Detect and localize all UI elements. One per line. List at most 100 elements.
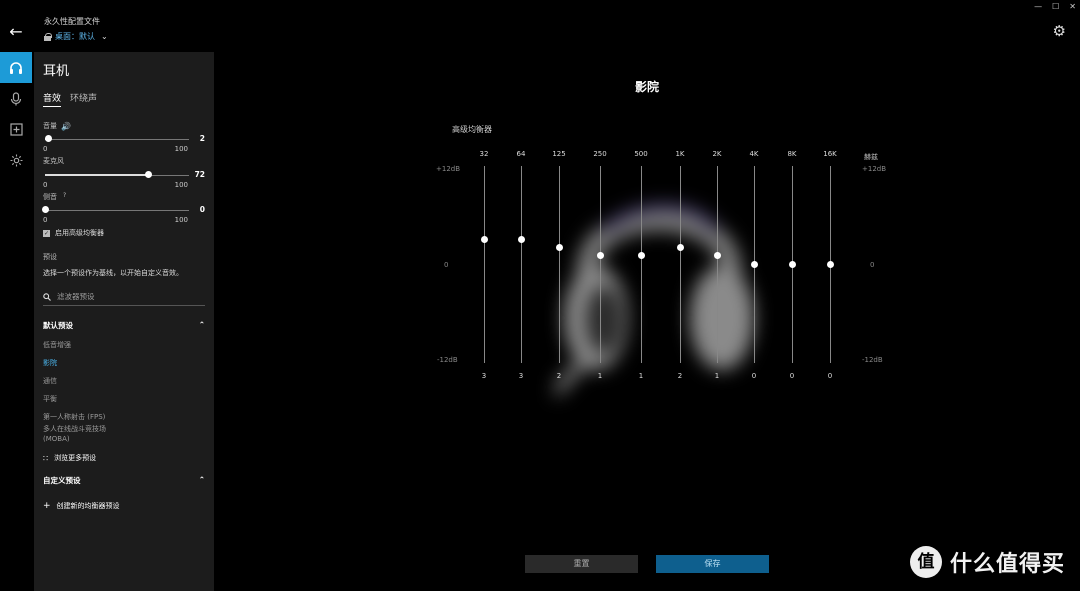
eq-band: 4K 0 [734,150,774,380]
mic-slider[interactable]: 72 [43,170,205,180]
panel-title: 耳机 [43,64,70,79]
volume-slider[interactable]: 2 [43,134,205,144]
icon-rail [0,52,32,176]
volume-track [45,139,189,140]
sidetone-label: 侧音 [43,193,57,201]
speaker-icon: 🔊 [61,121,71,131]
eq-band: 8K 0 [772,150,812,380]
eq-band-track[interactable] [788,166,796,363]
create-new-preset[interactable]: + 创建新的均衡器预设 [43,501,205,511]
advanced-eq-checkbox[interactable]: ✓ 启用高级均衡器 [43,228,205,238]
eq-band-frequency: 8K [787,150,797,158]
eq-band: 2K 1 [697,150,737,380]
sidetone-range: 0 100 [43,216,188,224]
checkbox-check-icon: ✓ [43,229,50,237]
db-top-right: +12dB [862,165,887,173]
eq-band: 32 3 [464,150,504,380]
profile-selector[interactable]: 桌面：默认 ⌄ [44,31,108,42]
watermark-text: 什么值得买 [950,552,1066,577]
volume-min: 0 [43,145,48,153]
mic-range: 0 100 [43,181,188,189]
eq-band-track[interactable] [826,166,834,363]
preset-communication[interactable]: 通信 [43,376,205,386]
reset-button[interactable]: 重置 [525,555,638,573]
volume-value: 2 [199,134,205,143]
sidetone-value: 0 [199,205,205,214]
eq-band-frequency: 250 [593,150,607,158]
mic-value: 72 [194,170,205,179]
sidetone-track [45,210,189,211]
preset-fps[interactable]: 第一人称射击 (FPS) [43,412,205,422]
filter-search[interactable]: 滤波器预设 [43,291,205,306]
default-presets-header[interactable]: 默认预设 ⌃ [43,320,205,331]
eq-band-knob[interactable] [676,244,684,252]
minimize-button[interactable]: — [1034,2,1042,11]
eq-band-frequency: 500 [634,150,648,158]
maximize-button[interactable]: ☐ [1052,2,1059,11]
browse-more-label: 浏览更多预设 [54,454,97,462]
mic-thumb[interactable] [144,171,152,178]
eq-band-track[interactable] [480,166,488,363]
eq-band-track[interactable] [596,166,604,363]
eq-band-frequency: 2K [712,150,722,158]
eq-band: 64 3 [501,150,541,380]
sun-icon[interactable] [0,145,32,176]
search-icon [43,292,51,301]
window-controls: — ☐ ✕ [1034,2,1076,11]
db-bottom-left: -12dB [437,356,458,364]
chevron-up-icon: ⌃ [198,475,205,484]
eq-band-track[interactable] [637,166,645,363]
eq-band-gain: 0 [751,372,757,380]
eq-band-knob[interactable] [788,260,796,268]
db-mid-right: 0 [870,261,875,269]
eq-band-knob[interactable] [517,235,525,243]
eq-band-knob[interactable] [596,252,604,260]
save-button[interactable]: 保存 [656,555,769,573]
preset-cinema[interactable]: 影院 [43,358,205,368]
custom-presets-header[interactable]: 自定义预设 ⌃ [43,475,205,486]
close-button[interactable]: ✕ [1069,2,1076,11]
preset-balanced[interactable]: 平衡 [43,394,205,404]
grid-icon: ∷ [43,453,49,463]
sidetone-max: 100 [174,216,188,224]
eq-band-knob[interactable] [826,260,834,268]
preset-moba-suffix[interactable]: (MOBA) [43,435,205,443]
mic-label: 麦克风 [43,157,64,165]
eq-band-knob[interactable] [713,252,721,260]
gear-icon[interactable]: ⚙ [1053,22,1066,40]
sidetone-thumb[interactable] [42,206,49,213]
eq-band-track[interactable] [713,166,721,363]
preset-bass-boost[interactable]: 低音增强 [43,340,205,350]
volume-label: 音量 [43,122,57,130]
help-icon[interactable]: ? [63,192,66,202]
back-arrow-icon[interactable]: ← [6,22,26,42]
eq-band-knob[interactable] [637,252,645,260]
eq-band-track[interactable] [750,166,758,363]
eq-band-frequency: 32 [479,150,489,158]
sidetone-min: 0 [43,216,48,224]
mic-fill [45,174,148,176]
custom-presets-label: 自定义预设 [43,476,81,485]
eq-band-track[interactable] [517,166,525,363]
eq-band-gain: 1 [714,372,720,380]
chevron-up-icon: ⌃ [198,320,205,329]
mic-max: 100 [174,181,188,189]
volume-max: 100 [174,145,188,153]
browse-more-presets[interactable]: ∷ 浏览更多预设 [43,453,205,463]
sidetone-slider[interactable]: 0 [42,205,205,215]
volume-thumb[interactable] [44,135,52,142]
mic-min: 0 [43,181,48,189]
eq-band-frequency: 16K [823,150,837,158]
lock-icon [44,32,52,41]
eq-band-track[interactable] [676,166,684,363]
plus-box-icon[interactable] [0,114,32,145]
eq-band: 1K 2 [660,150,700,380]
eq-label: 高级均衡器 [452,125,492,134]
profile-selector-label: 桌面：默认 [55,32,95,41]
eq-band-track[interactable] [555,166,563,363]
preset-moba[interactable]: 多人在线战斗竞技场 [43,424,205,434]
eq-band-knob[interactable] [750,260,758,268]
db-bottom-right: -12dB [862,356,883,364]
eq-band-knob[interactable] [480,235,488,243]
eq-band-knob[interactable] [555,244,563,252]
